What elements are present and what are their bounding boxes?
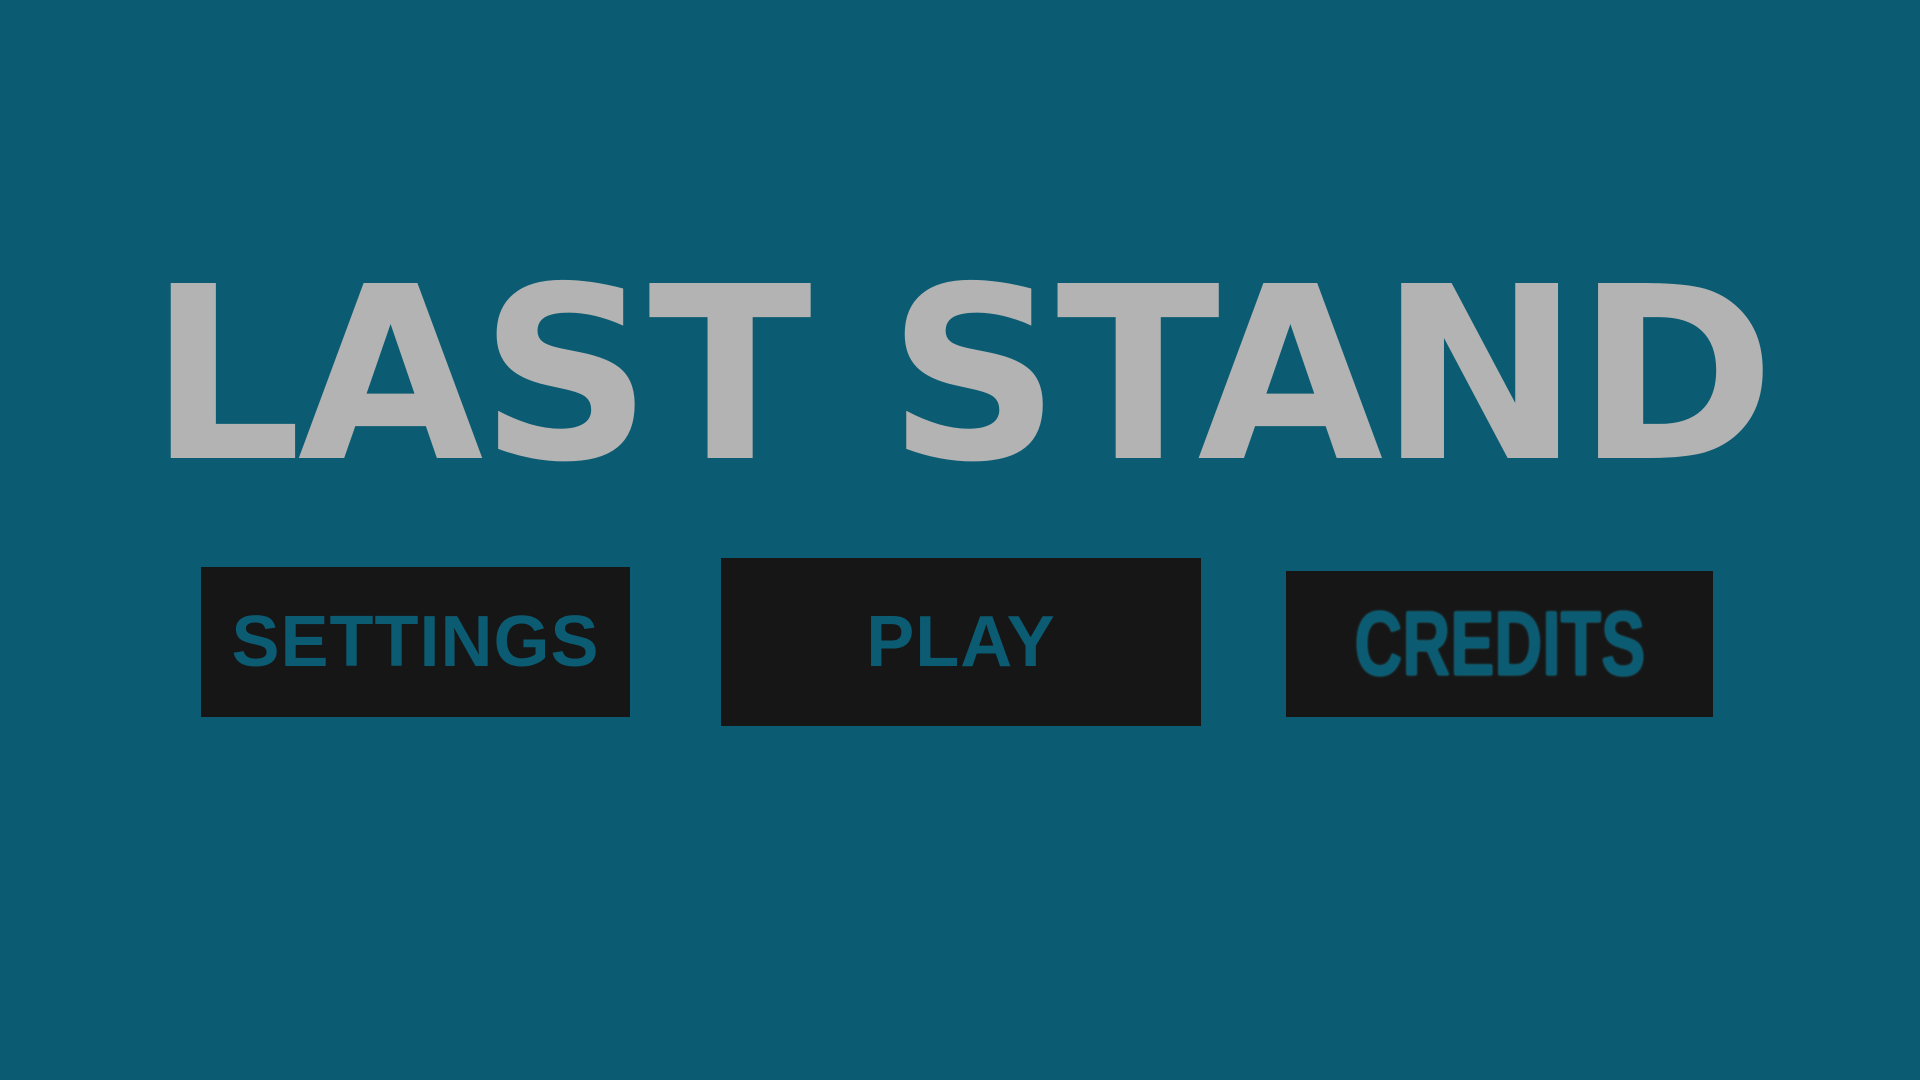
credits-button[interactable]: CREDITS — [1286, 571, 1713, 717]
settings-button-label: SETTINGS — [231, 602, 600, 682]
play-button[interactable]: PLAY — [721, 558, 1201, 726]
game-title: LAST STAND — [148, 235, 1776, 515]
settings-button[interactable]: SETTINGS — [201, 567, 630, 717]
credits-button-label: CREDITS — [1354, 592, 1645, 695]
play-button-label: PLAY — [866, 602, 1056, 682]
